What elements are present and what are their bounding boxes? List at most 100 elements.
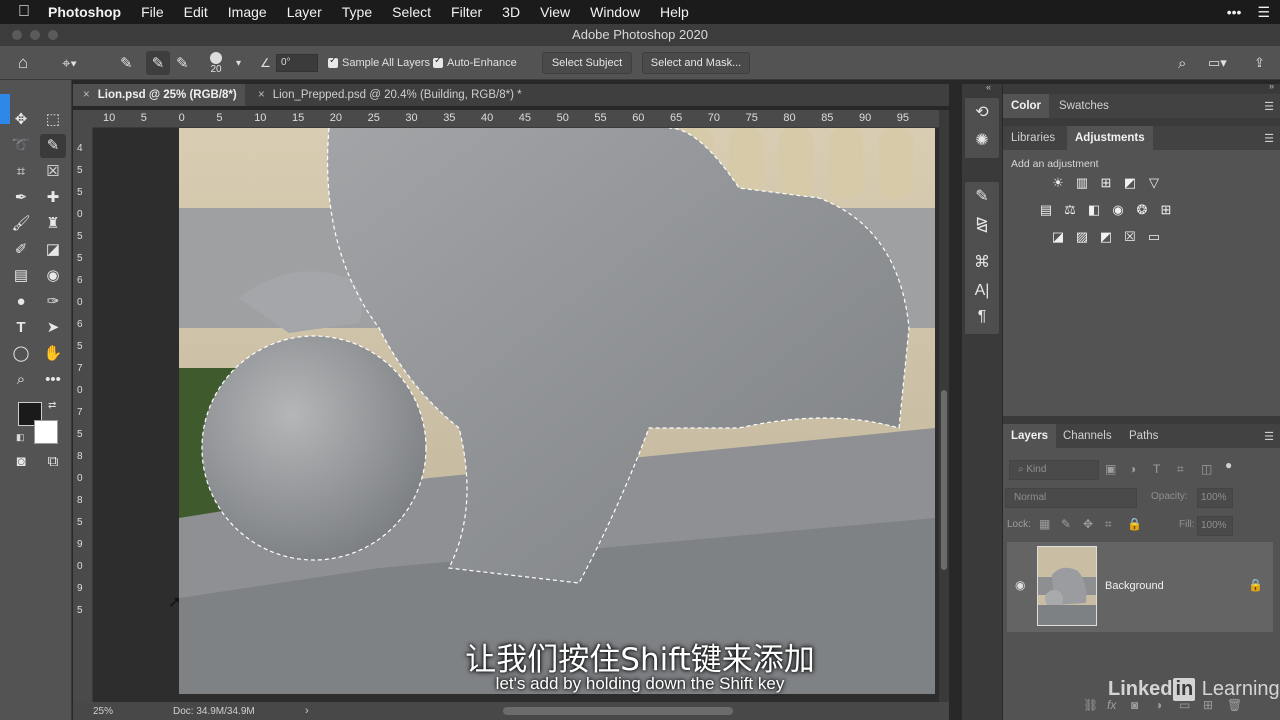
paragraph-panel-icon[interactable]: ¶: [965, 304, 999, 330]
filter-toggle-icon[interactable]: ●: [1225, 458, 1232, 472]
brush-presets-icon[interactable]: ⧎: [965, 212, 999, 238]
character-panel-icon[interactable]: A|: [965, 278, 999, 304]
ruler-origin[interactable]: [73, 110, 93, 128]
select-and-mask-button[interactable]: Select and Mask...: [642, 52, 750, 74]
posterize-icon[interactable]: ▨: [1073, 228, 1091, 246]
zoom-window-button[interactable]: [48, 30, 58, 40]
healing-brush-tool-icon[interactable]: ✚: [40, 186, 66, 210]
home-icon[interactable]: ⌂: [18, 46, 28, 80]
threshold-icon[interactable]: ◩: [1097, 228, 1115, 246]
brush-size-picker[interactable]: 20: [210, 46, 222, 80]
tab-layers[interactable]: Layers: [1003, 424, 1057, 448]
search-icon[interactable]: ⌕: [1178, 46, 1186, 80]
sample-all-layers-checkbox[interactable]: Sample All Layers: [328, 46, 430, 80]
menu-help[interactable]: Help: [660, 4, 689, 20]
filter-type-icon[interactable]: T: [1153, 462, 1160, 476]
exposure-icon[interactable]: ◩: [1121, 174, 1139, 192]
angle-input[interactable]: 0°: [276, 54, 318, 72]
link-layers-icon[interactable]: ⛓: [1083, 698, 1098, 712]
list-menu-icon[interactable]: ☰: [1257, 4, 1270, 21]
menu-window[interactable]: Window: [590, 4, 640, 20]
brush-tool-icon[interactable]: 🖌: [8, 212, 34, 236]
properties-panel-icon[interactable]: ✺: [965, 128, 999, 154]
menu-type[interactable]: Type: [342, 4, 372, 20]
default-colors-icon[interactable]: ◧: [16, 432, 25, 443]
horizontal-scroll-thumb[interactable]: [503, 707, 733, 715]
expand-panels-icon[interactable]: »: [1269, 81, 1274, 91]
select-subject-button[interactable]: Select Subject: [542, 52, 632, 74]
kind-filter-select[interactable]: ⌕ Kind: [1009, 460, 1099, 480]
share-icon[interactable]: ⇪: [1254, 46, 1265, 80]
tab-swatches[interactable]: Swatches: [1051, 94, 1117, 118]
close-window-button[interactable]: [12, 30, 22, 40]
pen-tool-icon[interactable]: ✑: [40, 290, 66, 314]
move-tool-icon[interactable]: ✥: [8, 108, 34, 132]
fill-input[interactable]: 100%: [1197, 516, 1233, 536]
path-selection-tool-icon[interactable]: ➤: [40, 316, 66, 340]
menu-edit[interactable]: Edit: [184, 4, 208, 20]
tab-color[interactable]: Color: [1003, 94, 1050, 118]
new-selection-icon[interactable]: ✎: [120, 46, 133, 80]
horizontal-ruler[interactable]: 10 5 0 5 10 15 20 25 30 35 40 45 50 55 60 65 70 75 80 85 90 9…: [93, 110, 939, 128]
quick-mask-icon[interactable]: ◙: [8, 450, 34, 474]
subtract-selection-icon[interactable]: ✎: [176, 46, 189, 80]
workspace-icon[interactable]: ▭▾: [1208, 46, 1227, 80]
menu-file[interactable]: File: [141, 4, 164, 20]
eyedropper-tool-icon[interactable]: ✒: [8, 186, 34, 210]
lock-all-icon[interactable]: 🔒: [1127, 517, 1142, 531]
panel-menu-icon[interactable]: ☰: [1264, 430, 1274, 443]
blur-tool-icon[interactable]: ◉: [40, 264, 66, 288]
panel-menu-icon[interactable]: ☰: [1264, 132, 1274, 145]
menu-filter[interactable]: Filter: [451, 4, 482, 20]
gradient-map-icon[interactable]: ▭: [1145, 228, 1163, 246]
frame-tool-icon[interactable]: ☒: [40, 160, 66, 184]
clone-source-icon[interactable]: ⌘: [965, 250, 999, 276]
quick-selection-tool-icon[interactable]: ✎: [40, 134, 66, 158]
tab-lion[interactable]: × Lion.psd @ 25% (RGB/8*): [73, 84, 245, 106]
menu-layer[interactable]: Layer: [287, 4, 322, 20]
swap-colors-icon[interactable]: ⇄: [48, 400, 56, 411]
vibrance-icon[interactable]: ▽: [1145, 174, 1163, 192]
lasso-tool-icon[interactable]: ➰: [8, 134, 34, 158]
vertical-scroll-thumb[interactable]: [941, 390, 947, 570]
panel-menu-icon[interactable]: ☰: [1264, 100, 1274, 113]
tab-channels[interactable]: Channels: [1055, 424, 1120, 448]
apple-icon[interactable]: : [0, 3, 48, 21]
ellipse-tool-icon[interactable]: ◯: [8, 342, 34, 366]
lock-artboard-icon[interactable]: ⌗: [1105, 517, 1112, 532]
tab-libraries[interactable]: Libraries: [1003, 126, 1063, 150]
add-to-selection-icon[interactable]: ✎: [146, 51, 170, 75]
curves-icon[interactable]: ⊞: [1097, 174, 1115, 192]
hue-saturation-icon[interactable]: ▤: [1037, 201, 1055, 219]
visibility-eye-icon[interactable]: ◉: [1015, 578, 1025, 592]
opacity-input[interactable]: 100%: [1197, 488, 1233, 508]
zoom-level[interactable]: 25%: [93, 706, 113, 717]
black-white-icon[interactable]: ◧: [1085, 201, 1103, 219]
zoom-tool-icon[interactable]: ⌕: [8, 368, 34, 392]
dodge-tool-icon[interactable]: ●: [8, 290, 34, 314]
filter-pixel-icon[interactable]: ▣: [1105, 462, 1116, 476]
collapse-dock-icon[interactable]: «: [986, 82, 991, 92]
color-balance-icon[interactable]: ⚖: [1061, 201, 1079, 219]
minimize-window-button[interactable]: [30, 30, 40, 40]
invert-icon[interactable]: ◪: [1049, 228, 1067, 246]
gradient-tool-icon[interactable]: ▤: [8, 264, 34, 288]
selective-color-icon[interactable]: ☒: [1121, 228, 1139, 246]
channel-mixer-icon[interactable]: ❂: [1133, 201, 1151, 219]
filter-shape-icon[interactable]: ⌗: [1177, 462, 1184, 477]
crop-tool-icon[interactable]: ⌗: [8, 160, 34, 184]
background-color-swatch[interactable]: [34, 420, 58, 444]
layer-background[interactable]: ◉ Background 🔒: [1007, 542, 1273, 632]
close-tab-icon[interactable]: ×: [258, 89, 265, 101]
history-panel-icon[interactable]: ⟲: [965, 100, 999, 126]
menu-image[interactable]: Image: [228, 4, 267, 20]
brightness-contrast-icon[interactable]: ☀: [1049, 174, 1067, 192]
menu-3d[interactable]: 3D: [502, 4, 520, 20]
more-tools-icon[interactable]: •••: [40, 368, 66, 392]
vertical-ruler[interactable]: 4 5 5 0 5 5 6 0 6 5 7 0 7 5 8 0 8 5 9 0 9 5: [73, 128, 93, 702]
levels-icon[interactable]: ▥: [1073, 174, 1091, 192]
lock-pixels-icon[interactable]: ✎: [1061, 517, 1071, 531]
history-brush-tool-icon[interactable]: ✐: [8, 238, 34, 262]
filter-smart-object-icon[interactable]: ◫: [1201, 462, 1212, 476]
clone-stamp-tool-icon[interactable]: ♜: [40, 212, 66, 236]
